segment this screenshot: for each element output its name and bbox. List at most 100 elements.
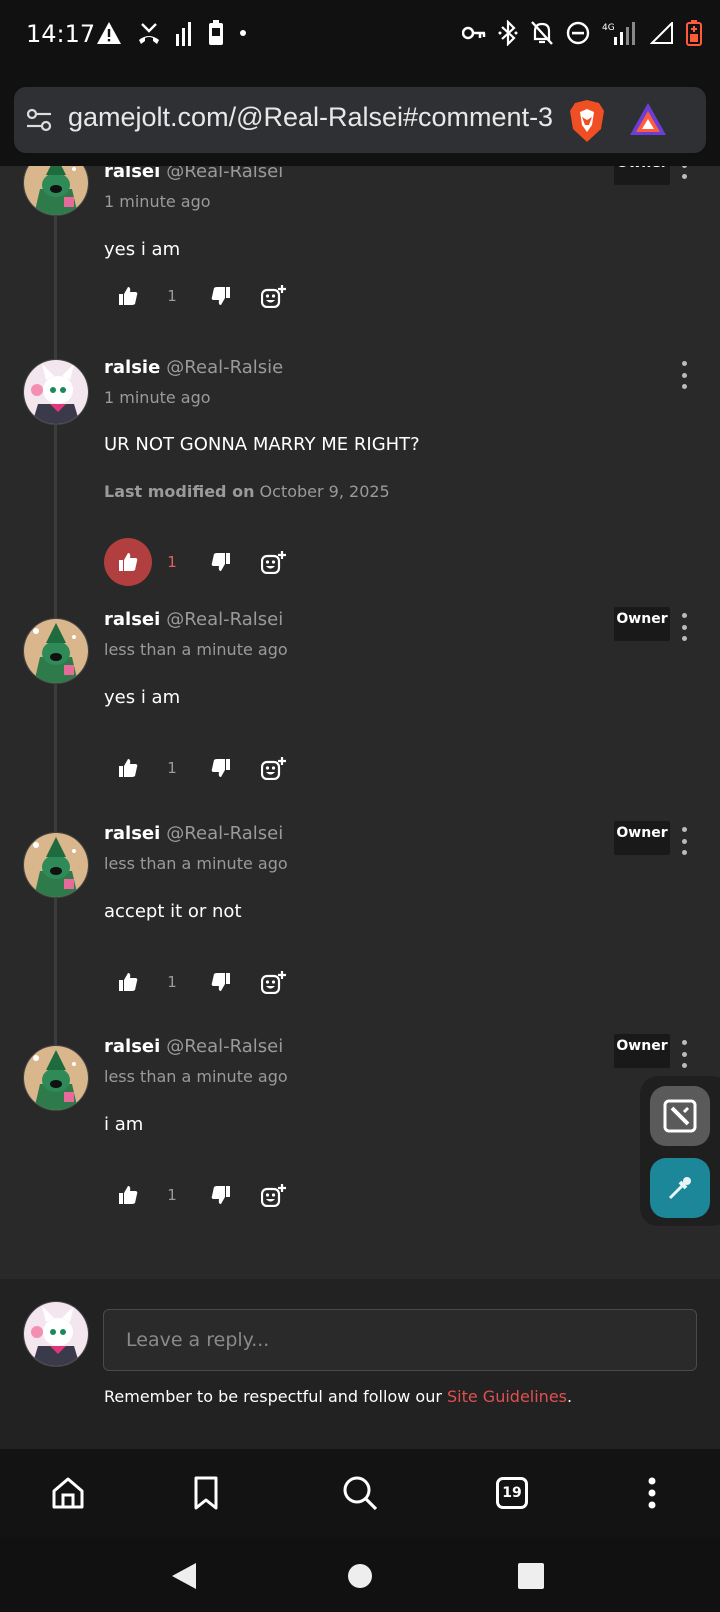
browser-bottom-nav: 19 [0,1449,720,1537]
author-name[interactable]: ralsei [104,1036,160,1057]
comment-menu-icon[interactable] [676,827,692,855]
author-handle[interactable]: @Real-Ralsei [166,609,283,630]
edit-page-button[interactable] [650,1086,710,1146]
thumbs-up-icon [119,1186,138,1204]
comment-body: yes i am [104,239,181,260]
tabs-button[interactable]: 19 [490,1471,534,1515]
like-count: 1 [167,973,177,991]
warning-icon [97,22,121,44]
owner-badge: Owner [614,1034,670,1068]
thumbs-up-icon [119,553,138,571]
missed-call-icon [139,23,159,44]
add-reaction-icon [261,971,286,994]
dislike-button[interactable] [206,272,236,320]
like-count: 1 [167,553,177,571]
like-count: 1 [167,287,177,305]
dislike-button[interactable] [206,958,236,1006]
comment-menu-icon[interactable] [676,361,692,389]
thumbs-up-icon [119,287,138,305]
comment-time: 1 minute ago [104,388,211,407]
add-reaction-button[interactable] [256,744,292,792]
comment-menu-icon[interactable] [676,1040,692,1068]
status-bar: 14:17 4G [0,0,720,74]
vpn-key-icon [462,26,486,40]
like-button[interactable] [104,744,152,792]
last-modified: Last modified on October 9, 2025 [104,482,390,501]
more-icon [648,1477,656,1509]
home-icon [52,1477,84,1509]
eyedropper-icon [668,1177,691,1200]
avatar[interactable] [23,166,89,216]
add-reaction-button[interactable] [256,1171,292,1219]
add-reaction-icon [261,757,286,780]
reply-section: Remember to be respectful and follow our… [0,1279,720,1449]
author-handle[interactable]: @Real-Ralsei [166,823,283,844]
author-handle[interactable]: @Real-Ralsei [166,1036,283,1057]
dislike-button[interactable] [206,538,236,586]
like-button[interactable] [104,958,152,1006]
thumbs-down-icon [211,287,230,305]
avatar[interactable] [23,618,89,684]
thumbs-down-icon [211,759,230,777]
brave-shields-icon[interactable] [568,99,606,143]
recents-icon[interactable] [518,1563,544,1589]
comment-actions: 1 [104,958,304,1006]
last-modified-label: Last modified on [104,482,255,501]
add-reaction-icon [261,551,286,574]
site-guidelines-link[interactable]: Site Guidelines [447,1387,567,1406]
like-button[interactable] [104,1171,152,1219]
like-count: 1 [167,1186,177,1204]
like-button[interactable] [104,272,152,320]
author-name[interactable]: ralsie [104,357,160,378]
edit-square-icon [663,1099,697,1133]
add-reaction-icon [261,285,286,308]
address-bar[interactable]: gamejolt.com/@Real-Ralsei#comment-3 [14,87,706,153]
like-count: 1 [167,759,177,777]
back-icon[interactable] [170,1561,198,1591]
tabs-icon: 19 [496,1477,528,1509]
bookmarks-button[interactable] [184,1471,228,1515]
comment-body: yes i am [104,687,181,708]
battery-saver-icon [209,20,223,45]
search-icon [343,1476,378,1511]
author-name[interactable]: ralsei [104,609,160,630]
author-name[interactable]: ralsei [104,166,160,182]
current-user-avatar[interactable] [23,1301,89,1367]
like-button[interactable] [104,538,152,586]
do-not-disturb-icon [566,21,590,45]
author-handle[interactable]: @Real-Ralsei [166,166,283,182]
comment-menu-icon[interactable] [676,166,692,179]
wifi-signal-icon [650,22,673,44]
author-name[interactable]: ralsei [104,823,160,844]
search-button[interactable] [338,1471,382,1515]
comment-feed[interactable]: ralsei @Real-Ralsei Owner 1 minute ago ye… [0,166,720,1279]
avatar[interactable] [23,832,89,898]
owner-badge: Owner [614,166,670,185]
url-text[interactable]: gamejolt.com/@Real-Ralsei#comment-3 [68,102,568,133]
home-button[interactable] [46,1471,90,1515]
dislike-button[interactable] [206,744,236,792]
comment-actions: 1 [104,272,304,320]
avatar[interactable] [23,1045,89,1111]
comment-body: i am [104,1114,144,1135]
status-time: 14:17 [26,20,96,48]
reply-input[interactable] [103,1309,697,1371]
add-reaction-button[interactable] [256,272,292,320]
add-reaction-button[interactable] [256,538,292,586]
comment-menu-icon[interactable] [676,613,692,641]
comment-time: less than a minute ago [104,640,288,659]
browser-toolbar: gamejolt.com/@Real-Ralsei#comment-3 [0,74,720,166]
brave-rewards-icon[interactable] [628,101,668,137]
home-circle-icon[interactable] [347,1563,373,1589]
dislike-button[interactable] [206,1171,236,1219]
add-reaction-button[interactable] [256,958,292,1006]
eyedropper-button[interactable] [650,1158,710,1218]
avatar[interactable] [23,359,89,425]
owner-badge: Owner [614,607,670,641]
author-handle[interactable]: @Real-Ralsie [166,357,283,378]
comment-time: less than a minute ago [104,854,288,873]
comment-time: 1 minute ago [104,192,211,211]
more-menu-button[interactable] [630,1471,674,1515]
bluetooth-icon [498,20,518,46]
site-settings-icon[interactable] [24,105,54,135]
